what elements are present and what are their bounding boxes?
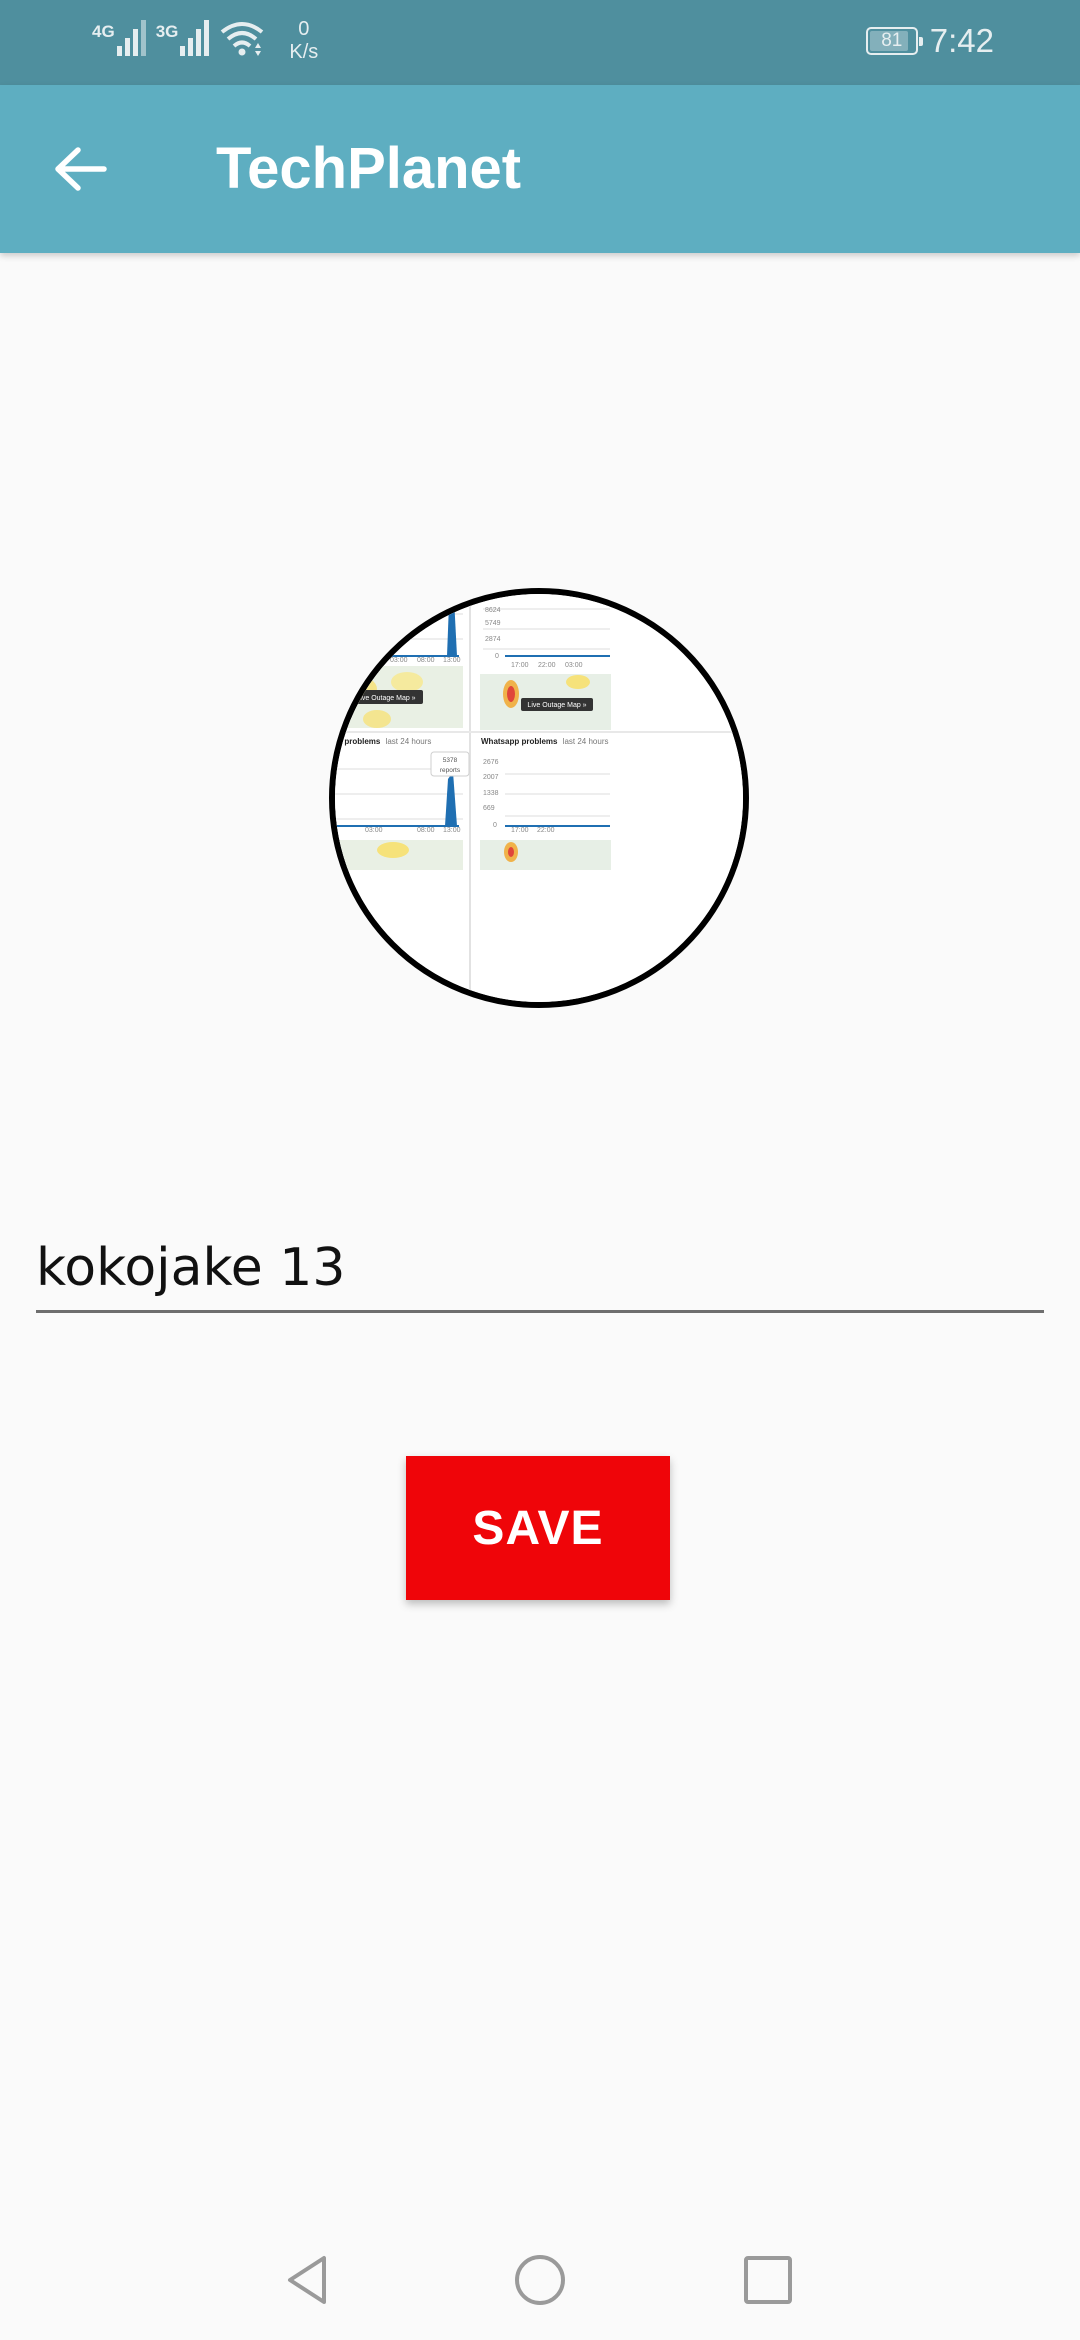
live-outage-map-label: Live Outage Map »: [356, 695, 415, 702]
tick-label: 8624: [485, 607, 501, 614]
network-4g-label: 4G: [92, 22, 115, 41]
app-title: TechPlanet: [216, 136, 522, 201]
circle-home-icon: [515, 2255, 565, 2305]
signal-icon: [116, 18, 146, 56]
live-outage-map-label: Live Outage Map »: [527, 702, 586, 709]
triangle-back-icon: [288, 2256, 326, 2304]
battery-icon: 81: [865, 27, 923, 55]
speed-value: 0: [298, 18, 310, 40]
outage-screenshot-image: 22:00 03:00 08:00 13:00 17:00 22:00 03:0…: [335, 594, 743, 1002]
nav-back-button[interactable]: [268, 2240, 348, 2320]
network-speed: 0 K/s: [289, 18, 318, 64]
tick-label: 22:00: [363, 657, 381, 664]
tick-label: 03:00: [390, 657, 408, 664]
status-bar: 4G 3G 0 K/s 81 7:42: [0, 0, 1080, 85]
network-4g: 4G: [92, 18, 146, 56]
tick-label: 17:00: [511, 827, 529, 834]
tick-label: 13:00: [443, 657, 461, 664]
tick-label: 1338: [483, 790, 499, 797]
speed-unit: K/s: [289, 41, 319, 63]
problems-subtitle: last 24 hours: [386, 737, 432, 746]
tick-label: 08:00: [417, 827, 435, 834]
problems-title: Whatsapp problems last 24 hours: [481, 737, 609, 746]
name-input[interactable]: [36, 1225, 1044, 1313]
tick-label: 0: [495, 653, 499, 660]
clock: 7:42: [929, 22, 994, 59]
network-3g-label: 3G: [155, 22, 179, 41]
status-right-group: 81 7:42: [865, 22, 994, 60]
network-3g: 3G: [156, 18, 210, 56]
status-left-group: 4G 3G 0 K/s: [92, 18, 318, 68]
tick-label: 2874: [485, 636, 501, 643]
tick-label: 2007: [483, 774, 499, 781]
problems-title-left: m problems: [335, 737, 381, 746]
signal-icon: [180, 18, 210, 56]
battery-level: 81: [881, 30, 903, 51]
problems-title-right: Whatsapp problems: [481, 737, 558, 746]
tick-label: 2676: [483, 759, 499, 766]
profile-image[interactable]: 22:00 03:00 08:00 13:00 17:00 22:00 03:0…: [329, 588, 749, 1008]
nav-recents-button[interactable]: [728, 2240, 808, 2320]
wifi-icon: [221, 22, 264, 56]
app-bar: TechPlanet: [0, 85, 1080, 253]
tick-label: 669: [483, 805, 495, 812]
save-button[interactable]: SAVE: [406, 1456, 670, 1600]
nav-home-button[interactable]: [500, 2240, 580, 2320]
tick-label: 17:00: [511, 662, 529, 669]
tick-label: 08:00: [417, 657, 435, 664]
tick-label: 0: [493, 822, 497, 829]
arrow-left-icon: [55, 147, 107, 191]
back-button[interactable]: [40, 129, 120, 209]
tick-label: 22:00: [538, 662, 556, 669]
tick-label: 03:00: [565, 662, 583, 669]
tooltip-value: 5378: [443, 757, 458, 764]
tick-label: 03:00: [365, 827, 383, 834]
tooltip-unit: reports: [440, 767, 461, 774]
square-recents-icon: [744, 2256, 792, 2304]
tick-label: 13:00: [443, 827, 461, 834]
problems-subtitle: last 24 hours: [563, 737, 609, 746]
tick-label: 22:00: [537, 827, 555, 834]
tick-label: 5749: [485, 620, 501, 627]
navigation-bar: [0, 2220, 1080, 2340]
